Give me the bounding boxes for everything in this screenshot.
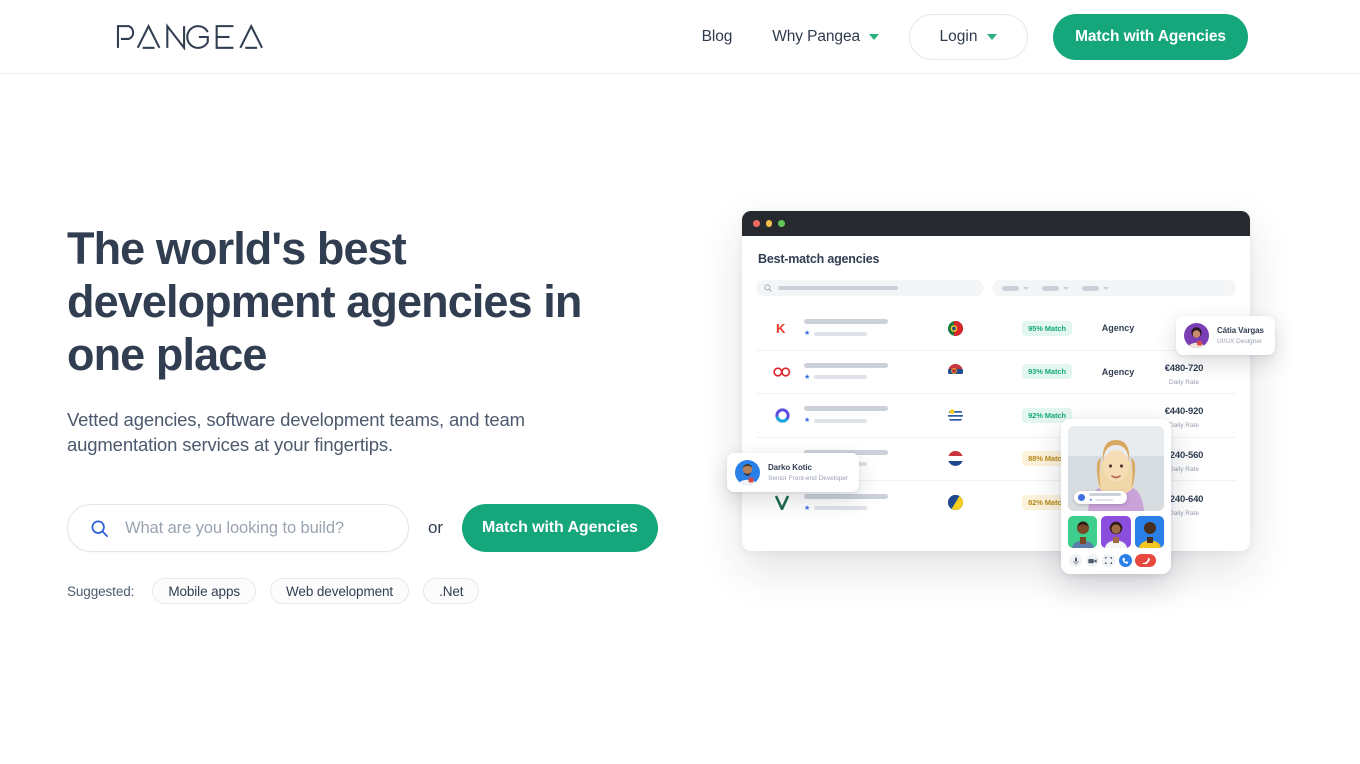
page-title: The world's best development agencies in… — [67, 223, 582, 380]
uruguay-flag-icon — [916, 407, 994, 423]
mock-filters-row — [756, 280, 1236, 296]
mock-search-placeholder-bar — [778, 286, 898, 290]
search-icon — [764, 284, 772, 292]
participant-thumbnail[interactable] — [1134, 516, 1164, 548]
match-with-agencies-button-header[interactable]: Match with Agencies — [1053, 14, 1248, 60]
search-icon — [90, 519, 109, 538]
suggested-label: Suggested: — [67, 583, 135, 599]
window-maximize-dot-icon — [778, 220, 785, 227]
hero-search-row: or Match with Agencies — [67, 504, 677, 552]
mic-icon[interactable] — [1069, 554, 1082, 567]
login-label: Login — [939, 28, 978, 45]
mock-agency-name-placeholder: ★ — [804, 493, 916, 512]
search-input[interactable] — [125, 518, 390, 538]
pangea-logo[interactable] — [116, 21, 266, 51]
mock-agency-type: Agency — [1101, 323, 1135, 334]
match-score-badge: 95% Match — [994, 320, 1100, 336]
bosnia-flag-icon — [916, 495, 994, 511]
avatar — [735, 460, 760, 485]
participant-thumbnail[interactable] — [1101, 516, 1131, 548]
netherlands-flag-icon — [916, 451, 994, 467]
match-score-badge: 93% Match — [994, 364, 1100, 380]
profile-card-designer[interactable]: Cátia Vargas UI/UX Designer — [1176, 316, 1275, 355]
window-minimize-dot-icon — [765, 220, 772, 227]
search-box[interactable] — [67, 504, 409, 552]
nav-link-why-pangea[interactable]: Why Pangea — [772, 28, 879, 46]
v-logo-icon — [760, 495, 804, 511]
video-call-controls — [1068, 554, 1164, 567]
mock-filter-dropdowns — [992, 280, 1236, 296]
chevron-down-icon — [987, 34, 998, 40]
window-close-dot-icon — [753, 220, 760, 227]
primary-nav: Blog Why Pangea Login Match with Agencie… — [702, 0, 1248, 74]
nav-why-pangea-label: Why Pangea — [772, 28, 860, 45]
profile-role: Senior Front-end Developer — [768, 475, 849, 482]
profile-name: Cátia Vargas — [1217, 326, 1264, 335]
hero-subheading: Vetted agencies, software development te… — [67, 409, 525, 455]
svg-text:K: K — [775, 321, 785, 336]
table-row[interactable]: K ★ 95% Match Agency — [756, 307, 1236, 351]
mock-agency-type: Agency — [1101, 366, 1135, 377]
mock-window-titlebar — [742, 211, 1250, 236]
table-row[interactable]: ★ 93% Match Agency €480-720 Daily Rate — [756, 351, 1236, 394]
video-call-widget: ★ — [1061, 419, 1171, 574]
chevron-down-icon — [869, 34, 879, 40]
serbia-flag-icon — [916, 364, 994, 380]
avatar — [1184, 323, 1209, 348]
ring-o-logo-icon — [760, 408, 804, 423]
mock-panel-title: Best-match agencies — [758, 252, 880, 266]
video-call-participant-thumbnails — [1068, 516, 1164, 548]
login-button[interactable]: Login — [909, 14, 1028, 60]
mock-filter-dropdown-3[interactable] — [1082, 285, 1109, 291]
mock-browser-window: Best-match agencies K ★ 95% Match Agency… — [742, 211, 1250, 551]
hero-content: The world's best development agencies in… — [67, 222, 677, 604]
mock-rate-cell: €480-720 Daily Rate — [1164, 362, 1204, 386]
profile-card-developer[interactable]: Darko Kotic Senior Front-end Developer — [727, 453, 860, 492]
share-screen-icon[interactable] — [1102, 554, 1115, 567]
mock-filter-dropdown-2[interactable] — [1042, 285, 1069, 291]
mock-agency-name-placeholder: ★ — [804, 406, 916, 424]
video-call-tag-placeholder: ★ — [1089, 493, 1121, 502]
camera-icon[interactable] — [1085, 554, 1099, 567]
site-header: Blog Why Pangea Login Match with Agencie… — [0, 0, 1360, 74]
call-icon[interactable] — [1118, 554, 1132, 567]
suggested-chip-web-development[interactable]: Web development — [270, 578, 410, 604]
profile-role: UI/UX Designer — [1217, 338, 1263, 345]
mock-filter-dropdown-1[interactable] — [1002, 285, 1029, 291]
video-call-name-tag: ★ — [1074, 491, 1127, 504]
match-with-agencies-button-hero[interactable]: Match with Agencies — [461, 504, 658, 552]
profile-card-text: Darko Kotic Senior Front-end Developer — [768, 463, 848, 482]
or-separator-label: or — [428, 518, 443, 537]
mock-agency-name-placeholder: ★ — [804, 362, 916, 381]
video-call-main-feed: ★ — [1068, 426, 1164, 511]
mock-search-field[interactable] — [756, 280, 984, 296]
participant-thumbnail[interactable] — [1068, 516, 1098, 548]
mock-agency-name-placeholder: ★ — [804, 319, 916, 337]
profile-name: Darko Kotic — [768, 463, 812, 472]
profile-card-text: Cátia Vargas UI/UX Designer — [1217, 326, 1264, 345]
gear-icon — [1078, 494, 1085, 501]
nav-link-blog[interactable]: Blog — [702, 28, 733, 46]
suggested-chip-mobile-apps[interactable]: Mobile apps — [152, 578, 257, 604]
kaizen-k-logo-icon: K — [760, 321, 804, 336]
product-preview-illustration: Best-match agencies K ★ 95% Match Agency… — [727, 211, 1275, 574]
suggested-chip-dotnet[interactable]: .Net — [423, 578, 480, 604]
suggested-row: Suggested: Mobile apps Web development .… — [67, 578, 677, 604]
hangup-icon[interactable] — [1135, 554, 1156, 567]
portugal-flag-icon — [916, 320, 994, 336]
infinity-logo-icon — [760, 366, 804, 378]
